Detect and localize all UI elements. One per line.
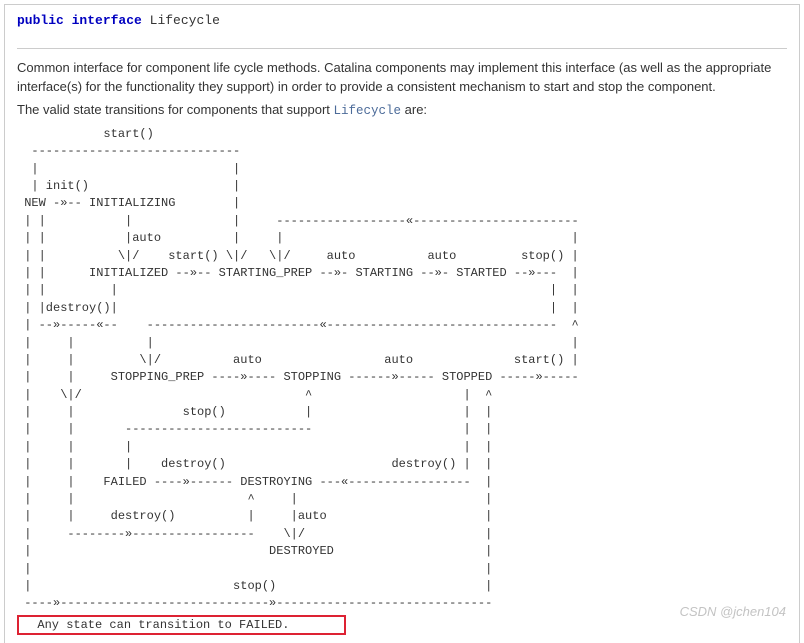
javadoc-block: public interface Lifecycle Common interf…	[4, 4, 800, 643]
type-signature: public interface Lifecycle	[17, 13, 787, 36]
highlight-row: Any state can transition to FAILED.	[17, 613, 787, 635]
desc-suffix: are:	[401, 102, 427, 117]
description-paragraph-2: The valid state transitions for componen…	[17, 101, 787, 120]
desc-prefix: The valid state transitions for componen…	[17, 102, 334, 117]
keyword-interface: interface	[72, 13, 142, 28]
description-paragraph-1: Common interface for component life cycl…	[17, 59, 787, 97]
keyword-public: public	[17, 13, 64, 28]
lifecycle-link[interactable]: Lifecycle	[334, 104, 402, 118]
separator	[17, 48, 787, 49]
failed-note: Any state can transition to FAILED.	[17, 615, 346, 635]
state-diagram: start() ----------------------------- | …	[17, 126, 787, 613]
type-name: Lifecycle	[150, 13, 220, 28]
